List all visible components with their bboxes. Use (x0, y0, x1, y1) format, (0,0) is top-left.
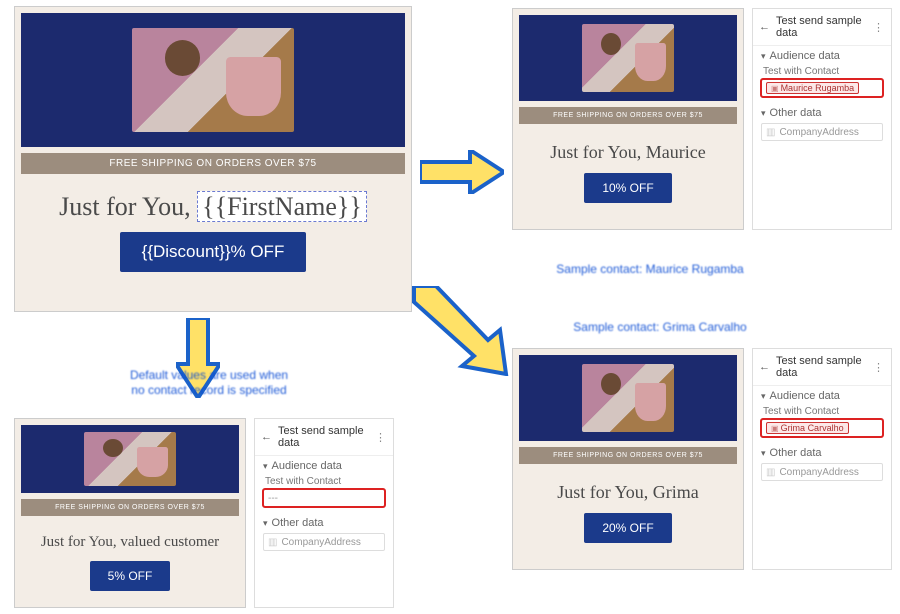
chevron-down-icon: ▾ (263, 518, 268, 528)
shipping-banner: FREE SHIPPING ON ORDERS OVER $75 (519, 447, 737, 464)
back-icon[interactable]: ← (261, 431, 272, 443)
chevron-down-icon: ▾ (761, 391, 766, 401)
chevron-down-icon: ▾ (263, 461, 268, 471)
annotation-maurice: Sample contact: Maurice Rugamba (520, 262, 780, 277)
company-address-label: CompanyAddress (779, 467, 858, 478)
more-icon[interactable]: ⋮ (375, 431, 387, 444)
headline-prefix: Just for You, (59, 192, 197, 221)
contact-pill[interactable]: Maurice Rugamba (766, 82, 859, 94)
preview-default: FREE SHIPPING ON ORDERS OVER $75 Just fo… (14, 418, 246, 608)
hero-photo (582, 364, 674, 431)
label-test-with-contact: Test with Contact (753, 404, 891, 417)
shipping-banner: FREE SHIPPING ON ORDERS OVER $75 (21, 153, 405, 174)
cta-button-template[interactable]: {{Discount}}% OFF (120, 232, 307, 272)
sample-data-panel-maurice: ← Test send sample data ⋮ ▾Audience data… (752, 8, 892, 230)
section-audience[interactable]: ▾Audience data (753, 386, 891, 404)
sample-data-panel-grima: ← Test send sample data ⋮ ▾Audience data… (752, 348, 892, 570)
chevron-down-icon: ▾ (761, 448, 766, 458)
panel-title: Test send sample data (776, 15, 867, 39)
headline: Just for You, Maurice (517, 142, 739, 163)
arrow-diag-to-grima (410, 286, 510, 376)
section-other[interactable]: ▾Other data (255, 513, 393, 531)
company-address-label: CompanyAddress (281, 537, 360, 548)
hero-banner (21, 425, 239, 493)
company-address-field[interactable]: ▥ CompanyAddress (263, 533, 385, 551)
contact-field[interactable]: --- (263, 489, 385, 507)
hero-banner (21, 13, 405, 147)
building-icon: ▥ (766, 467, 775, 478)
headline: Just for You, valued customer (19, 534, 241, 551)
label-test-with-contact: Test with Contact (753, 64, 891, 77)
hero-photo (132, 28, 293, 133)
hero-banner (519, 15, 737, 101)
building-icon: ▥ (268, 537, 277, 548)
hero-photo (84, 432, 176, 485)
section-other[interactable]: ▾Other data (753, 443, 891, 461)
headline: Just for You, Grima (517, 482, 739, 503)
preview-grima: FREE SHIPPING ON ORDERS OVER $75 Just fo… (512, 348, 744, 570)
hero-photo (582, 24, 674, 91)
cta-suffix: % OFF (231, 242, 285, 261)
label-test-with-contact: Test with Contact (255, 474, 393, 487)
discount-token: {{Discount}} (142, 242, 231, 261)
back-icon[interactable]: ← (759, 21, 770, 33)
more-icon[interactable]: ⋮ (873, 361, 885, 374)
hero-banner (519, 355, 737, 441)
preview-maurice: FREE SHIPPING ON ORDERS OVER $75 Just fo… (512, 8, 744, 230)
section-audience[interactable]: ▾Audience data (255, 456, 393, 474)
shipping-banner: FREE SHIPPING ON ORDERS OVER $75 (519, 107, 737, 124)
contact-field[interactable]: Grima Carvalho (761, 419, 883, 437)
panel-title: Test send sample data (776, 355, 867, 379)
sample-data-panel-default: ← Test send sample data ⋮ ▾Audience data… (254, 418, 394, 608)
contact-pill[interactable]: Grima Carvalho (766, 422, 849, 434)
arrow-right-to-maurice (420, 150, 504, 194)
more-icon[interactable]: ⋮ (873, 21, 885, 34)
section-other[interactable]: ▾Other data (753, 103, 891, 121)
template-card: FREE SHIPPING ON ORDERS OVER $75 Just fo… (14, 6, 412, 312)
company-address-field[interactable]: ▥ CompanyAddress (761, 463, 883, 481)
chevron-down-icon: ▾ (761, 108, 766, 118)
contact-field[interactable]: Maurice Rugamba (761, 79, 883, 97)
cta-button[interactable]: 20% OFF (584, 513, 671, 543)
back-icon[interactable]: ← (759, 361, 770, 373)
company-address-label: CompanyAddress (779, 127, 858, 138)
section-audience[interactable]: ▾Audience data (753, 46, 891, 64)
annotation-grima: Sample contact: Grima Carvalho (530, 320, 790, 335)
chevron-down-icon: ▾ (761, 51, 766, 61)
annotation-default: Default values are used when no contact … (94, 368, 324, 398)
cta-button[interactable]: 10% OFF (584, 173, 671, 203)
contact-empty: --- (268, 493, 278, 504)
firstname-token[interactable]: {{FirstName}} (197, 191, 367, 222)
cta-button[interactable]: 5% OFF (90, 561, 171, 591)
company-address-field[interactable]: ▥ CompanyAddress (761, 123, 883, 141)
shipping-banner: FREE SHIPPING ON ORDERS OVER $75 (21, 499, 239, 516)
headline: Just for You, {{FirstName}} (19, 192, 407, 222)
building-icon: ▥ (766, 127, 775, 138)
panel-title: Test send sample data (278, 425, 369, 449)
